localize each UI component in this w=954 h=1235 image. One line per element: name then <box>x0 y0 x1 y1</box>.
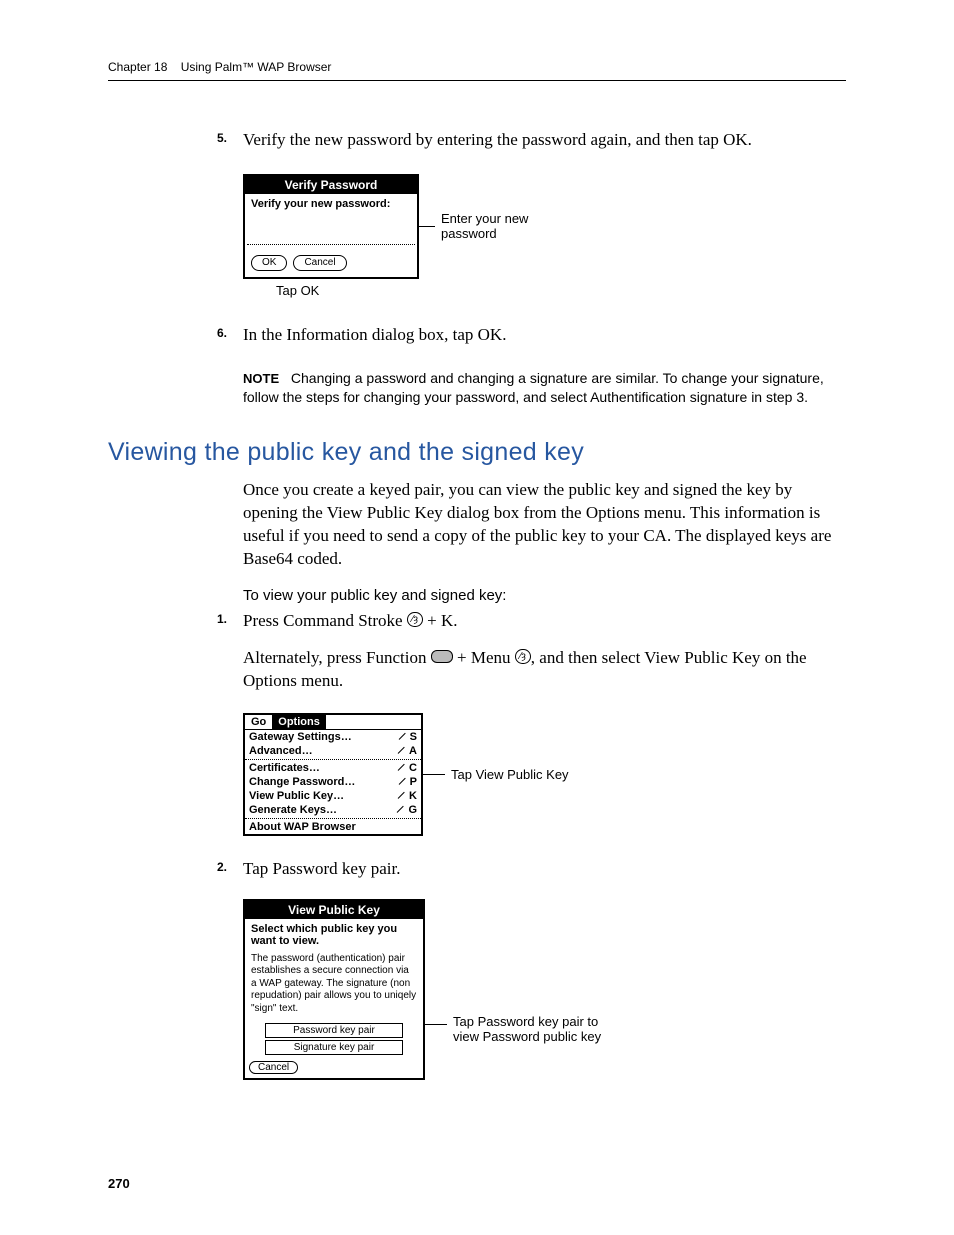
callout-text: view Password public key <box>453 1029 601 1044</box>
step-text: Tap Password key pair. <box>243 859 400 878</box>
dialog-prompt: Select which public key you want to view… <box>245 919 423 949</box>
signature-key-pair-button[interactable]: Signature key pair <box>265 1040 403 1055</box>
note-block: NOTE Changing a password and changing a … <box>243 369 846 408</box>
callout-tap-ok: Tap OK <box>276 283 846 298</box>
step-text: Press Command Stroke ⁄ȝ + K. <box>243 611 458 630</box>
cancel-button[interactable]: Cancel <box>249 1061 298 1074</box>
dialog-description: The password (authentication) pair estab… <box>245 949 423 1022</box>
step-number: 5. <box>217 131 227 145</box>
function-key-icon <box>431 650 453 663</box>
section-body: Once you create a keyed pair, you can vi… <box>243 479 846 571</box>
dialog-title: View Public Key <box>245 901 423 919</box>
running-header: Chapter 18 Using Palm™ WAP Browser <box>108 60 846 81</box>
step-number: 2. <box>217 860 227 874</box>
view-step-1: 1. Press Command Stroke ⁄ȝ + K. Alternat… <box>243 610 846 693</box>
command-stroke-icon: ⁄ȝ <box>407 612 423 627</box>
menu-item[interactable]: Generate Keys…G <box>245 803 421 817</box>
dialog-title: Verify Password <box>245 176 417 194</box>
step-text: In the Information dialog box, tap OK. <box>243 325 506 344</box>
view-public-key-dialog: View Public Key Select which public key … <box>243 899 425 1081</box>
options-menu: Go Options Gateway Settings…SAdvanced…A C… <box>243 713 423 836</box>
password-input[interactable] <box>247 230 415 245</box>
figure-view-public-key: View Public Key Select which public key … <box>243 899 846 1081</box>
callout-text: Tap Password key pair to <box>453 1014 601 1029</box>
figure-options-menu: Go Options Gateway Settings…SAdvanced…A C… <box>243 713 846 836</box>
menu-item[interactable]: Advanced…A <box>245 744 421 758</box>
step-text: Verify the new password by entering the … <box>243 130 752 149</box>
figure-verify-password: Verify Password Verify your new password… <box>243 174 846 279</box>
step-6: 6. In the Information dialog box, tap OK… <box>243 324 846 347</box>
procedure-subhead: To view your public key and signed key: <box>243 587 846 604</box>
note-label: NOTE <box>243 371 279 386</box>
note-text: Changing a password and changing a signa… <box>243 370 824 406</box>
menu-item[interactable]: View Public Key…K <box>245 789 421 803</box>
step-number: 6. <box>217 326 227 340</box>
callout-tap-view-public-key: Tap View Public Key <box>451 767 569 782</box>
page-number: 270 <box>108 1176 130 1191</box>
callout-text: password <box>441 226 528 241</box>
menu-options[interactable]: Options <box>272 715 326 729</box>
verify-password-dialog: Verify Password Verify your new password… <box>243 174 419 279</box>
callout-text: Enter your new <box>441 211 528 226</box>
step-number: 1. <box>217 612 227 626</box>
section-heading: Viewing the public key and the signed ke… <box>108 438 846 467</box>
menu-item[interactable]: Certificates…C <box>245 761 421 775</box>
password-key-pair-button[interactable]: Password key pair <box>265 1023 403 1038</box>
step-5: 5. Verify the new password by entering t… <box>243 129 846 152</box>
dialog-prompt: Verify your new password: <box>245 194 417 216</box>
menu-item[interactable]: Gateway Settings…S <box>245 730 421 744</box>
menu-go[interactable]: Go <box>245 715 272 729</box>
step-alt-text: Alternately, press Function + Menu ⁄ȝ, a… <box>243 647 846 693</box>
menu-item[interactable]: About WAP Browser <box>245 820 421 834</box>
menu-stroke-icon: ⁄ȝ <box>515 649 531 664</box>
menu-item[interactable]: Change Password…P <box>245 775 421 789</box>
ok-button[interactable]: OK <box>251 255 287 271</box>
view-step-2: 2. Tap Password key pair. <box>243 858 846 881</box>
cancel-button[interactable]: Cancel <box>293 255 346 271</box>
